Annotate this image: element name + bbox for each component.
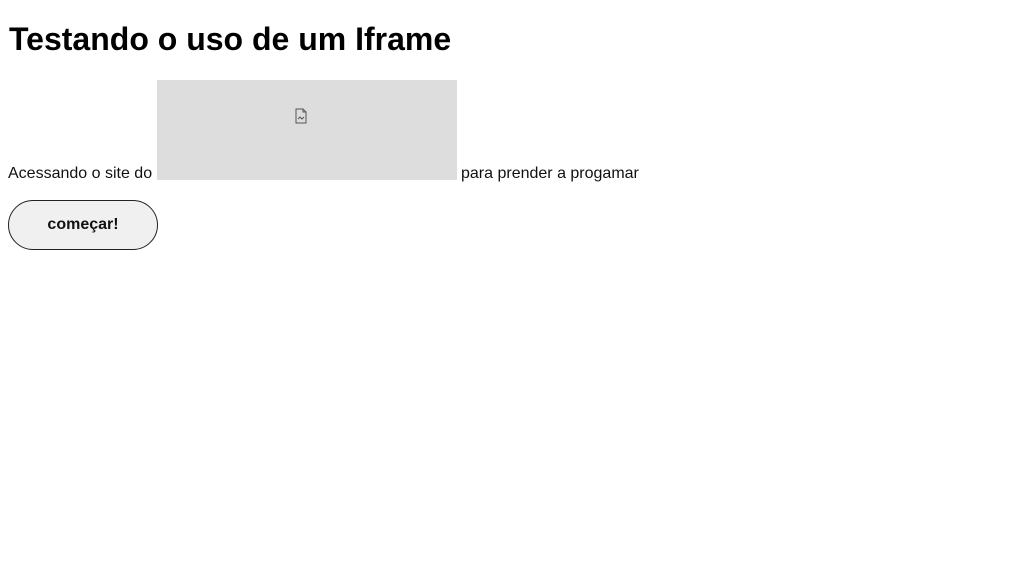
intro-paragraph: Acessando o site do para prender a proga… <box>8 80 1028 182</box>
text-before-iframe: Acessando o site do <box>8 165 153 182</box>
text-after-iframe: para prender a progamar <box>461 165 639 182</box>
page-title: Testando o uso de um Iframe <box>9 21 452 57</box>
broken-document-icon <box>295 108 307 124</box>
embedded-iframe[interactable] <box>157 80 457 180</box>
start-button[interactable]: começar! <box>8 200 158 250</box>
